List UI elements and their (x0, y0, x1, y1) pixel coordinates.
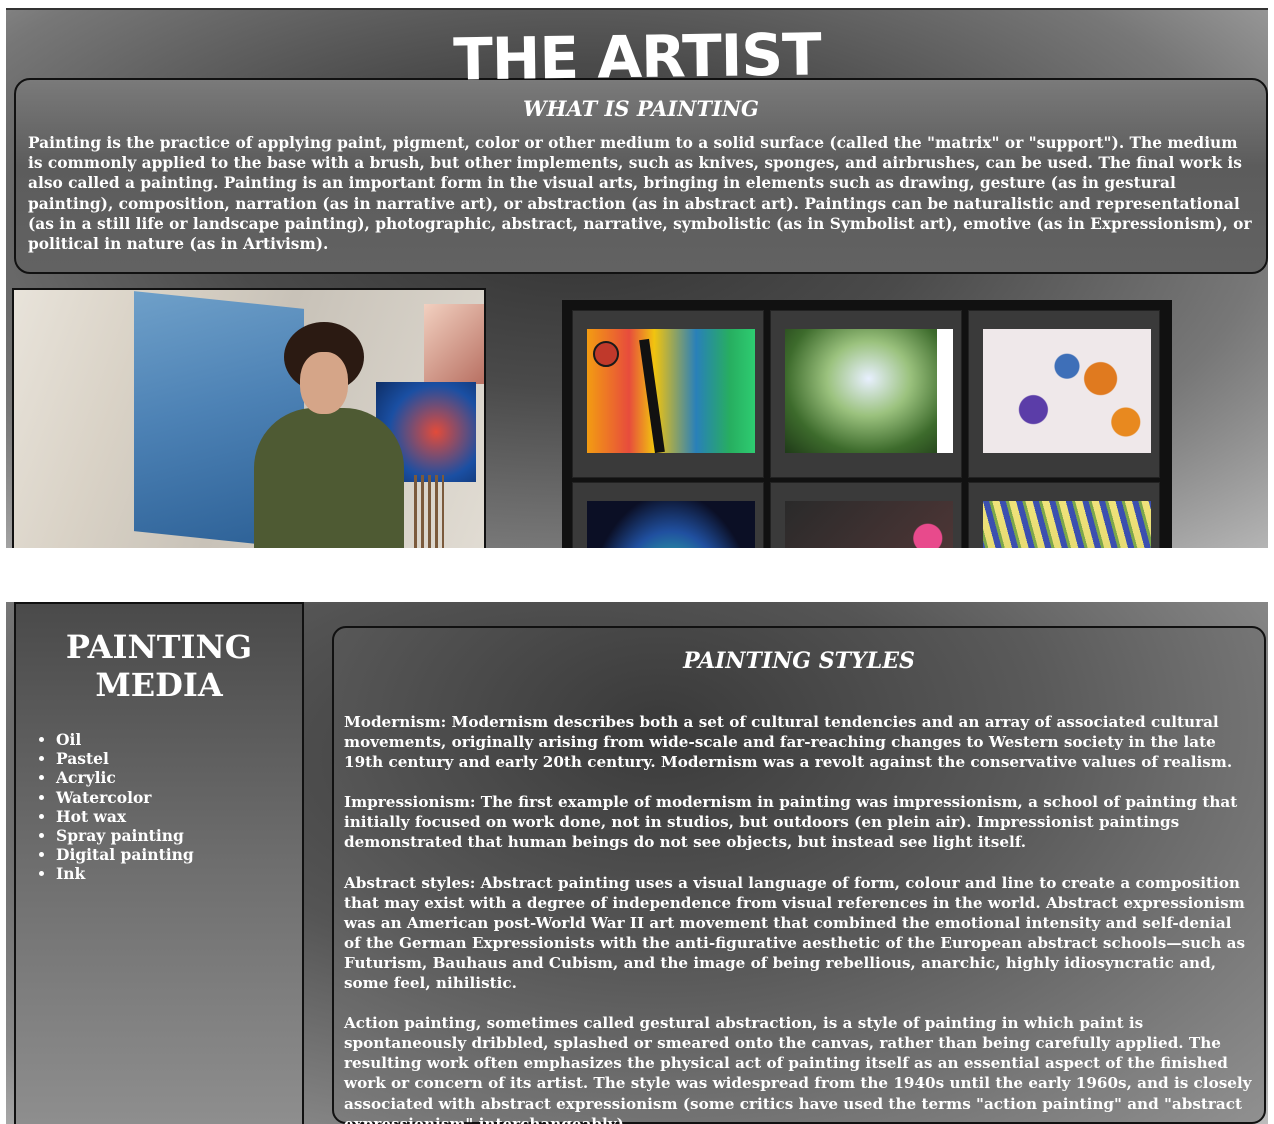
gallery-image-detail (785, 329, 937, 453)
style-paragraph-abstract: Abstract styles: Abstract painting uses … (344, 873, 1246, 993)
gallery-image-night-landscape[interactable] (587, 501, 755, 550)
gallery-cell[interactable] (968, 310, 1160, 478)
media-list-item: Hot wax (56, 807, 302, 826)
screenshot-separator (0, 548, 1274, 602)
style-paragraph-modernism: Modernism: Modernism describes both a se… (344, 713, 1233, 772)
gallery-image-paint-pots[interactable] (983, 329, 1151, 453)
media-list-item: Acrylic (56, 768, 302, 787)
style-paragraph-action-painting: Action painting, sometimes called gestur… (344, 1014, 1252, 1124)
about-painting-box: WHAT IS PAINTING Painting is the practic… (14, 78, 1268, 274)
gallery-image-pink-flowers[interactable] (785, 501, 953, 550)
hero-brushes-shape (414, 475, 444, 550)
gallery-cell[interactable] (572, 482, 764, 550)
gallery-image-lavender-field[interactable] (983, 501, 1151, 550)
hero-poster-shape (424, 304, 484, 384)
media-list-item: Spray painting (56, 826, 302, 845)
painting-styles-panel: PAINTING STYLES Modernism: Modernism des… (332, 626, 1266, 1124)
styles-heading: PAINTING STYLES (683, 648, 915, 674)
style-paragraph-impressionism: Impressionism: The first example of mode… (344, 793, 1238, 852)
gallery-cell[interactable] (770, 482, 962, 550)
gallery-image-colorful-tree[interactable] (587, 329, 755, 454)
media-list-item: Watercolor (56, 788, 302, 807)
media-list: Oil Pastel Acrylic Watercolor Hot wax Sp… (16, 730, 302, 884)
media-heading: PAINTING MEDIA (65, 628, 253, 704)
gallery-cell[interactable] (968, 482, 1160, 550)
media-list-item: Oil (56, 730, 302, 749)
media-list-item: Pastel (56, 749, 302, 768)
media-list-item: Ink (56, 864, 302, 883)
gallery-image-detail (593, 341, 619, 367)
hero-image-woman-painting (12, 288, 486, 550)
painting-gallery (562, 300, 1172, 550)
gallery-cell[interactable] (572, 310, 764, 478)
gallery-cell[interactable] (770, 310, 962, 478)
styles-body: Modernism: Modernism describes both a se… (334, 712, 1264, 1124)
gallery-image-woman-in-garden[interactable] (785, 329, 953, 453)
painting-media-panel: PAINTING MEDIA Oil Pastel Acrylic Waterc… (14, 602, 304, 1124)
page-lower-section: PAINTING MEDIA Oil Pastel Acrylic Waterc… (6, 602, 1268, 1124)
about-text: Painting is the practice of applying pai… (28, 134, 1252, 254)
page-top-section: THE ARTIST WHAT IS PAINTING Painting is … (6, 8, 1268, 550)
gallery-image-detail (639, 338, 665, 454)
hero-painter-face-shape (300, 352, 348, 414)
media-list-item: Digital painting (56, 845, 302, 864)
hero-painter-shape (254, 408, 404, 550)
